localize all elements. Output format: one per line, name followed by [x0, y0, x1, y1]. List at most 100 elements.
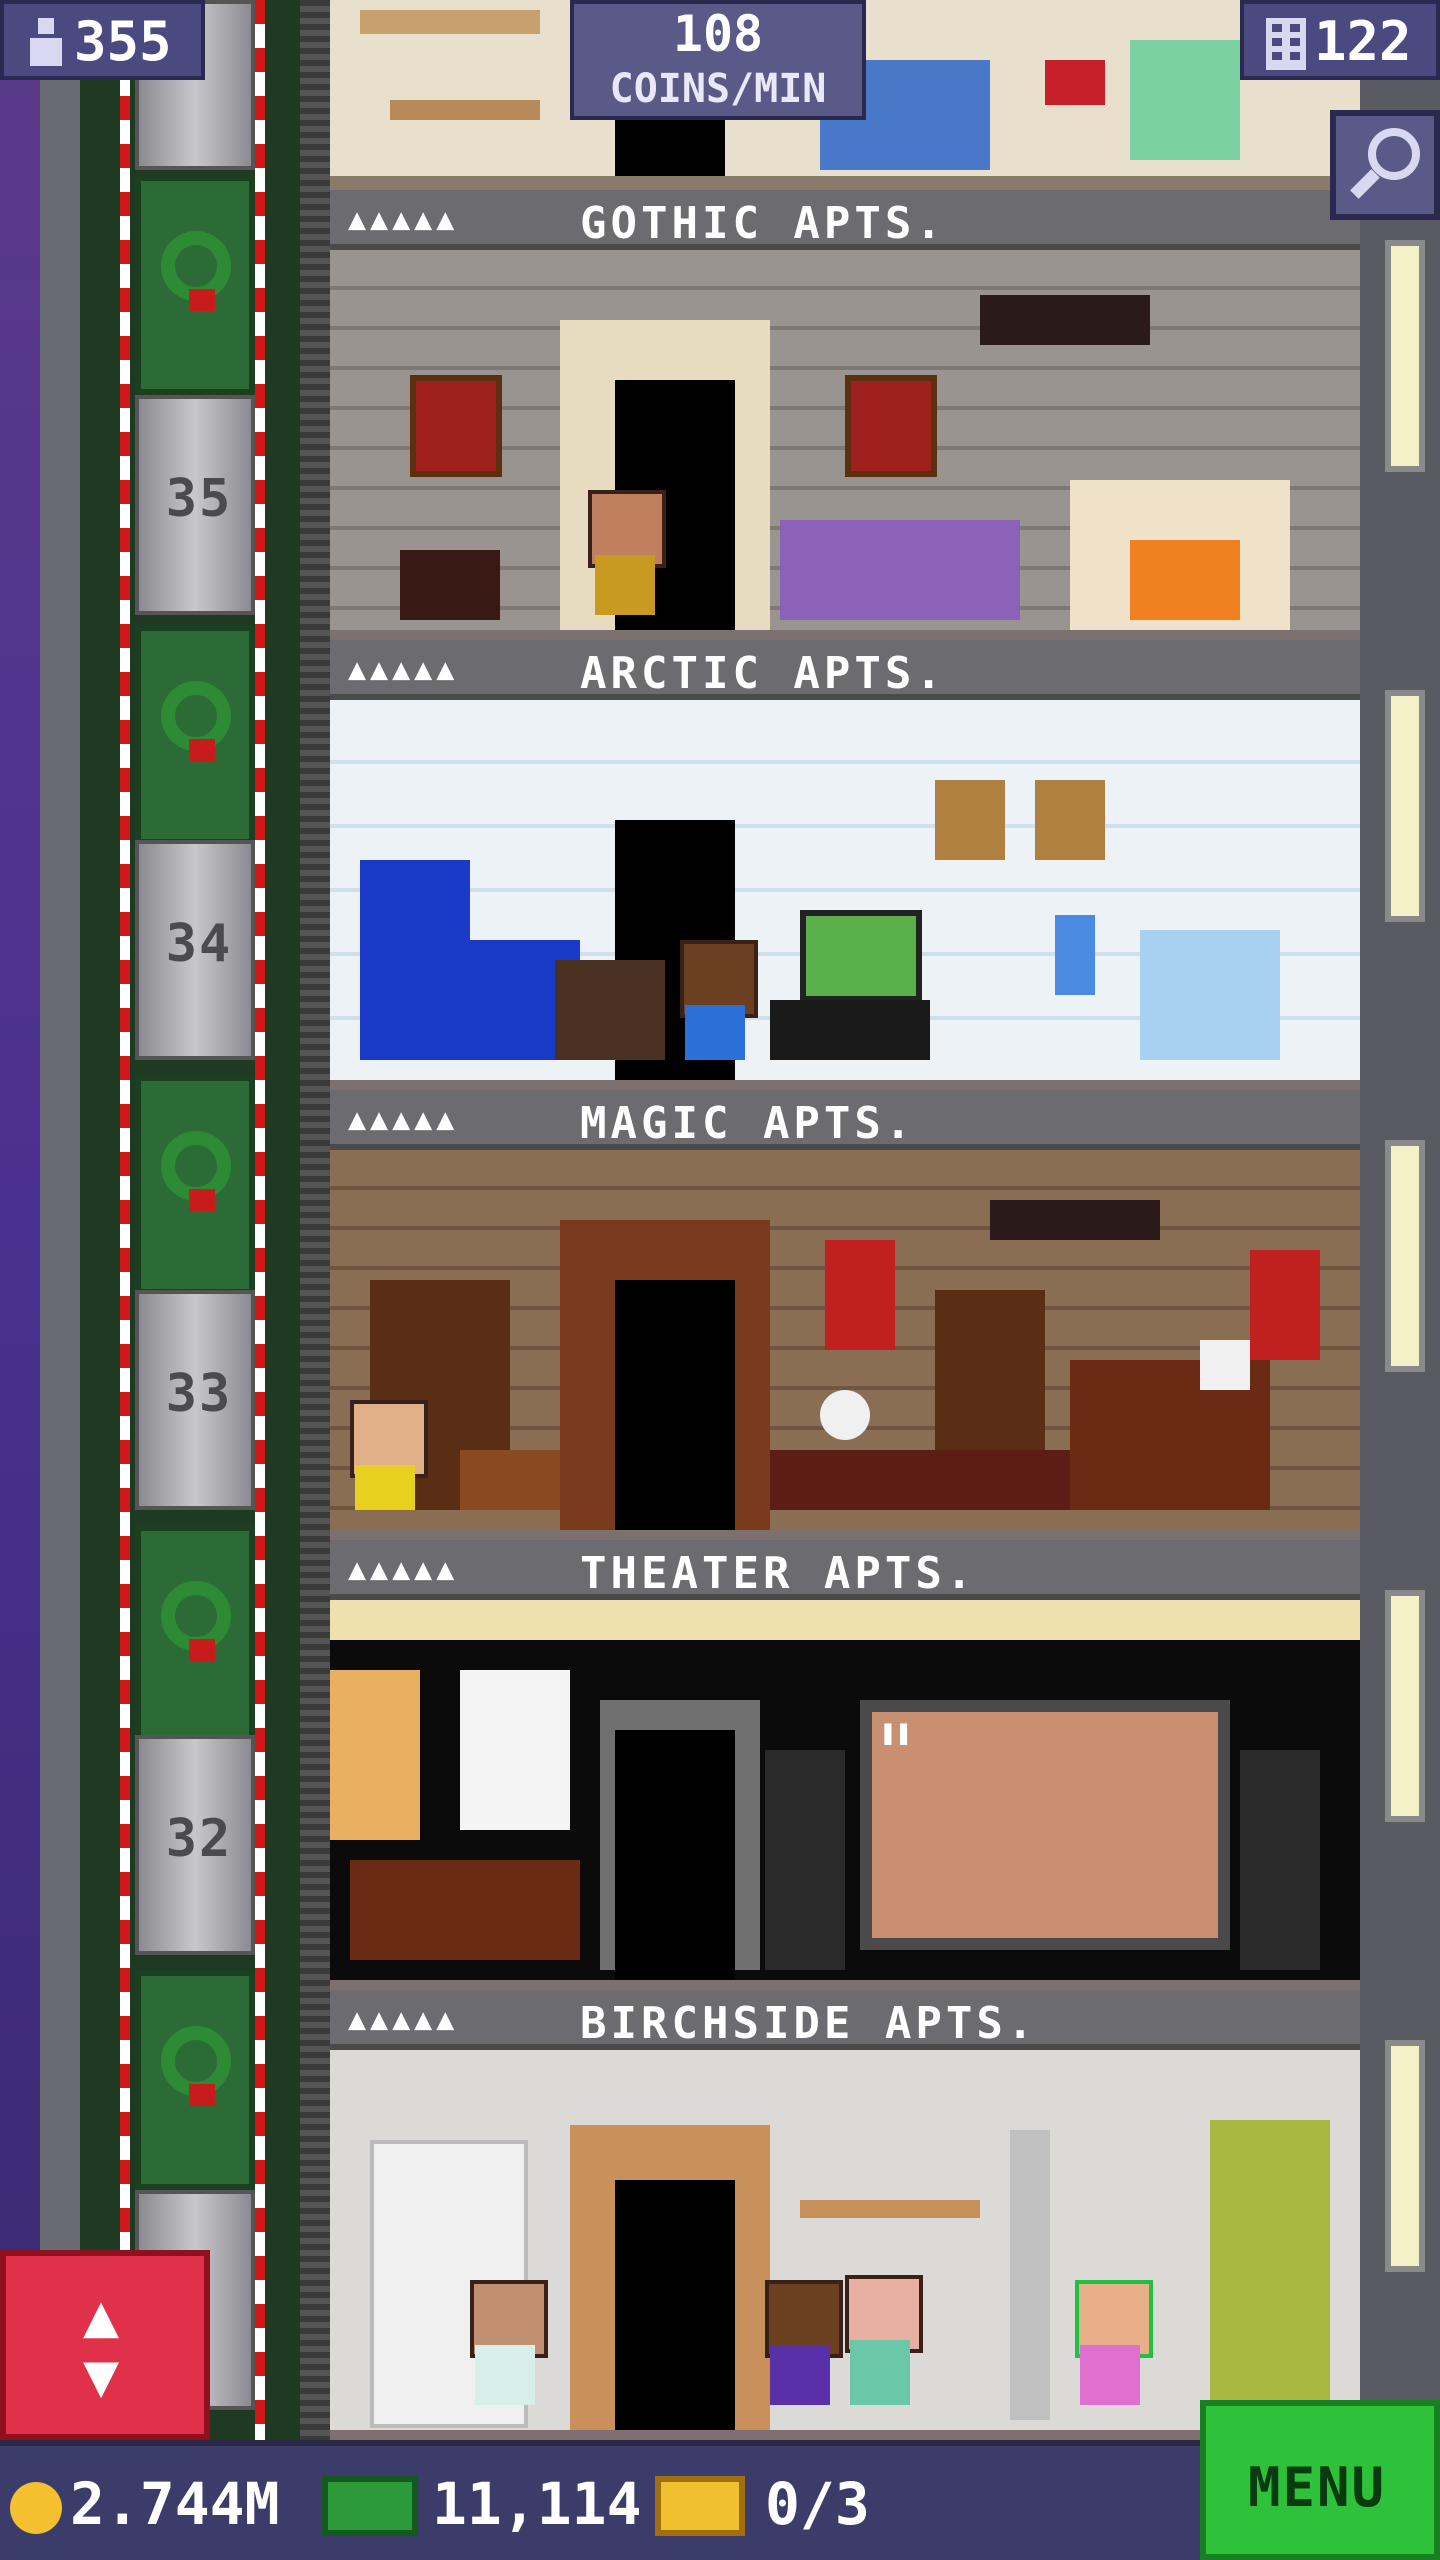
- floor-name: MAGIC APTS.: [580, 1098, 916, 1149]
- banner: [1250, 1250, 1320, 1360]
- movie-poster: [330, 1670, 420, 1840]
- magnifier-icon: [1350, 128, 1420, 199]
- building-icon: [1266, 18, 1306, 70]
- floor-nameplate: ▲▲▲▲▲ MAGIC APTS.: [330, 1090, 1360, 1150]
- room-arctic: [330, 700, 1360, 1080]
- floor-base: [330, 1080, 1360, 1090]
- shaft-floor-cell: 34: [135, 840, 255, 1060]
- elevator-door[interactable]: [135, 1525, 255, 1745]
- star-rating: ▲▲▲▲▲: [348, 652, 459, 687]
- lamp: [1055, 915, 1095, 995]
- person-icon: [30, 18, 62, 66]
- pause-icon[interactable]: ❚❚: [880, 1718, 911, 1748]
- resident-body: [770, 2345, 830, 2405]
- ticket-icon: [655, 2476, 745, 2536]
- coins-per-minute-panel[interactable]: 108 COINS/MIN: [570, 0, 866, 120]
- coin-icon: [10, 2482, 62, 2534]
- tv-screen: [800, 910, 922, 1002]
- star-rating: ▲▲▲▲▲: [348, 1102, 459, 1137]
- blue-fridge: [360, 860, 470, 1060]
- wreath-icon: [161, 231, 231, 311]
- floor-base: [330, 630, 1360, 640]
- shield-decoration: [410, 375, 502, 477]
- movie-screen[interactable]: [860, 1700, 1230, 1950]
- bux-icon: [322, 2476, 418, 2536]
- star-rating: ▲▲▲▲▲: [348, 202, 459, 237]
- sky-background: [0, 0, 40, 2440]
- resident-body: [355, 1465, 415, 1510]
- star-rating: ▲▲▲▲▲: [348, 1552, 459, 1587]
- shaft-floor-cell: 32: [135, 1735, 255, 1955]
- picture-frame: [1035, 780, 1105, 860]
- floor-nameplate: ▲▲▲▲▲ THEATER APTS.: [330, 1540, 1360, 1600]
- resident-body: [475, 2345, 535, 2405]
- up-down-arrows-icon: ▲ ▼: [82, 2281, 120, 2411]
- floor-name: BIRCHSIDE APTS.: [580, 1998, 1038, 2049]
- ice-chair: [1140, 930, 1280, 1060]
- resident-body: [1080, 2345, 1140, 2405]
- floor-theater[interactable]: ▲▲▲▲▲ THEATER APTS. ❚❚: [330, 1540, 1360, 1990]
- candy-cane-rail: [120, 0, 130, 2440]
- elevator-button[interactable]: ▲ ▼: [0, 2250, 210, 2440]
- elevator-door[interactable]: [135, 175, 255, 395]
- coins-per-minute-label: COINS/MIN: [609, 66, 827, 112]
- shaft-floor-cell: 33: [135, 1290, 255, 1510]
- room-birchside: [330, 2050, 1360, 2430]
- search-button[interactable]: [1330, 110, 1440, 220]
- population-value: 355: [74, 10, 172, 73]
- elevator-shaft[interactable]: 35 34 33 32: [80, 0, 310, 2440]
- picture-frame: [935, 780, 1005, 860]
- room-gothic: [330, 250, 1360, 630]
- menu-label: MENU: [1248, 2456, 1387, 2519]
- wreath-icon: [161, 681, 231, 761]
- wreath-icon: [161, 1131, 231, 1211]
- radio: [1045, 60, 1105, 105]
- side-table: [400, 550, 500, 620]
- wall-light: [1385, 2040, 1425, 2272]
- doorway: [615, 2180, 735, 2430]
- floor-number: 33: [165, 1364, 233, 1424]
- floor-birchside[interactable]: ▲▲▲▲▲ BIRCHSIDE APTS.: [330, 1990, 1360, 2440]
- speaker: [1240, 1750, 1320, 1970]
- floor-lamp: [1010, 2130, 1050, 2420]
- room-magic: [330, 1150, 1360, 1530]
- floor-nameplate: ▲▲▲▲▲ GOTHIC APTS.: [330, 190, 1360, 250]
- elevator-shaft-cells: 35 34 33 32: [135, 0, 255, 2440]
- kitchen-stove: [1130, 40, 1240, 160]
- coins-per-minute-value: 108: [672, 5, 764, 63]
- floor-gothic[interactable]: ▲▲▲▲▲ GOTHIC APTS.: [330, 190, 1360, 640]
- floor-arctic[interactable]: ▲▲▲▲▲ ARCTIC APTS.: [330, 640, 1360, 1090]
- crystal-ball: [820, 1390, 870, 1440]
- tv-stand: [770, 1000, 930, 1060]
- floor-count-panel[interactable]: 122: [1240, 0, 1440, 80]
- wall-light: [1385, 240, 1425, 472]
- chandelier: [990, 1200, 1160, 1240]
- shaft-frame: [300, 0, 330, 2440]
- floor-count-value: 122: [1314, 10, 1412, 73]
- resident-body: [595, 555, 655, 615]
- floor-number: 34: [165, 914, 233, 974]
- room-theater: ❚❚: [330, 1600, 1360, 1980]
- floor-number: 35: [165, 469, 233, 529]
- elevator-door[interactable]: [135, 625, 255, 845]
- elevator-door[interactable]: [135, 1075, 255, 1295]
- wreath-icon: [161, 2026, 231, 2106]
- star-rating: ▲▲▲▲▲: [348, 2002, 459, 2037]
- floor-name: THEATER APTS.: [580, 1548, 977, 1599]
- banner: [825, 1240, 895, 1350]
- elevator-door[interactable]: [135, 1970, 255, 2190]
- fireplace-fire: [1130, 540, 1240, 620]
- resident-body: [850, 2340, 910, 2405]
- floor-number: 32: [165, 1809, 233, 1869]
- dining-table: [390, 100, 540, 120]
- doorway: [615, 1280, 735, 1530]
- floor-magic[interactable]: ▲▲▲▲▲ MAGIC APTS.: [330, 1090, 1360, 1540]
- tickets-value: 0/3: [765, 2470, 870, 2538]
- wall-light: [1385, 1590, 1425, 1822]
- potted-plant: [1210, 2120, 1330, 2420]
- spotlight-rail: [330, 1600, 1360, 1640]
- menu-button[interactable]: MENU: [1200, 2400, 1440, 2560]
- owl-perch: [1200, 1340, 1250, 1390]
- candy-cane-rail: [255, 0, 265, 2440]
- population-counter[interactable]: 355: [0, 0, 205, 80]
